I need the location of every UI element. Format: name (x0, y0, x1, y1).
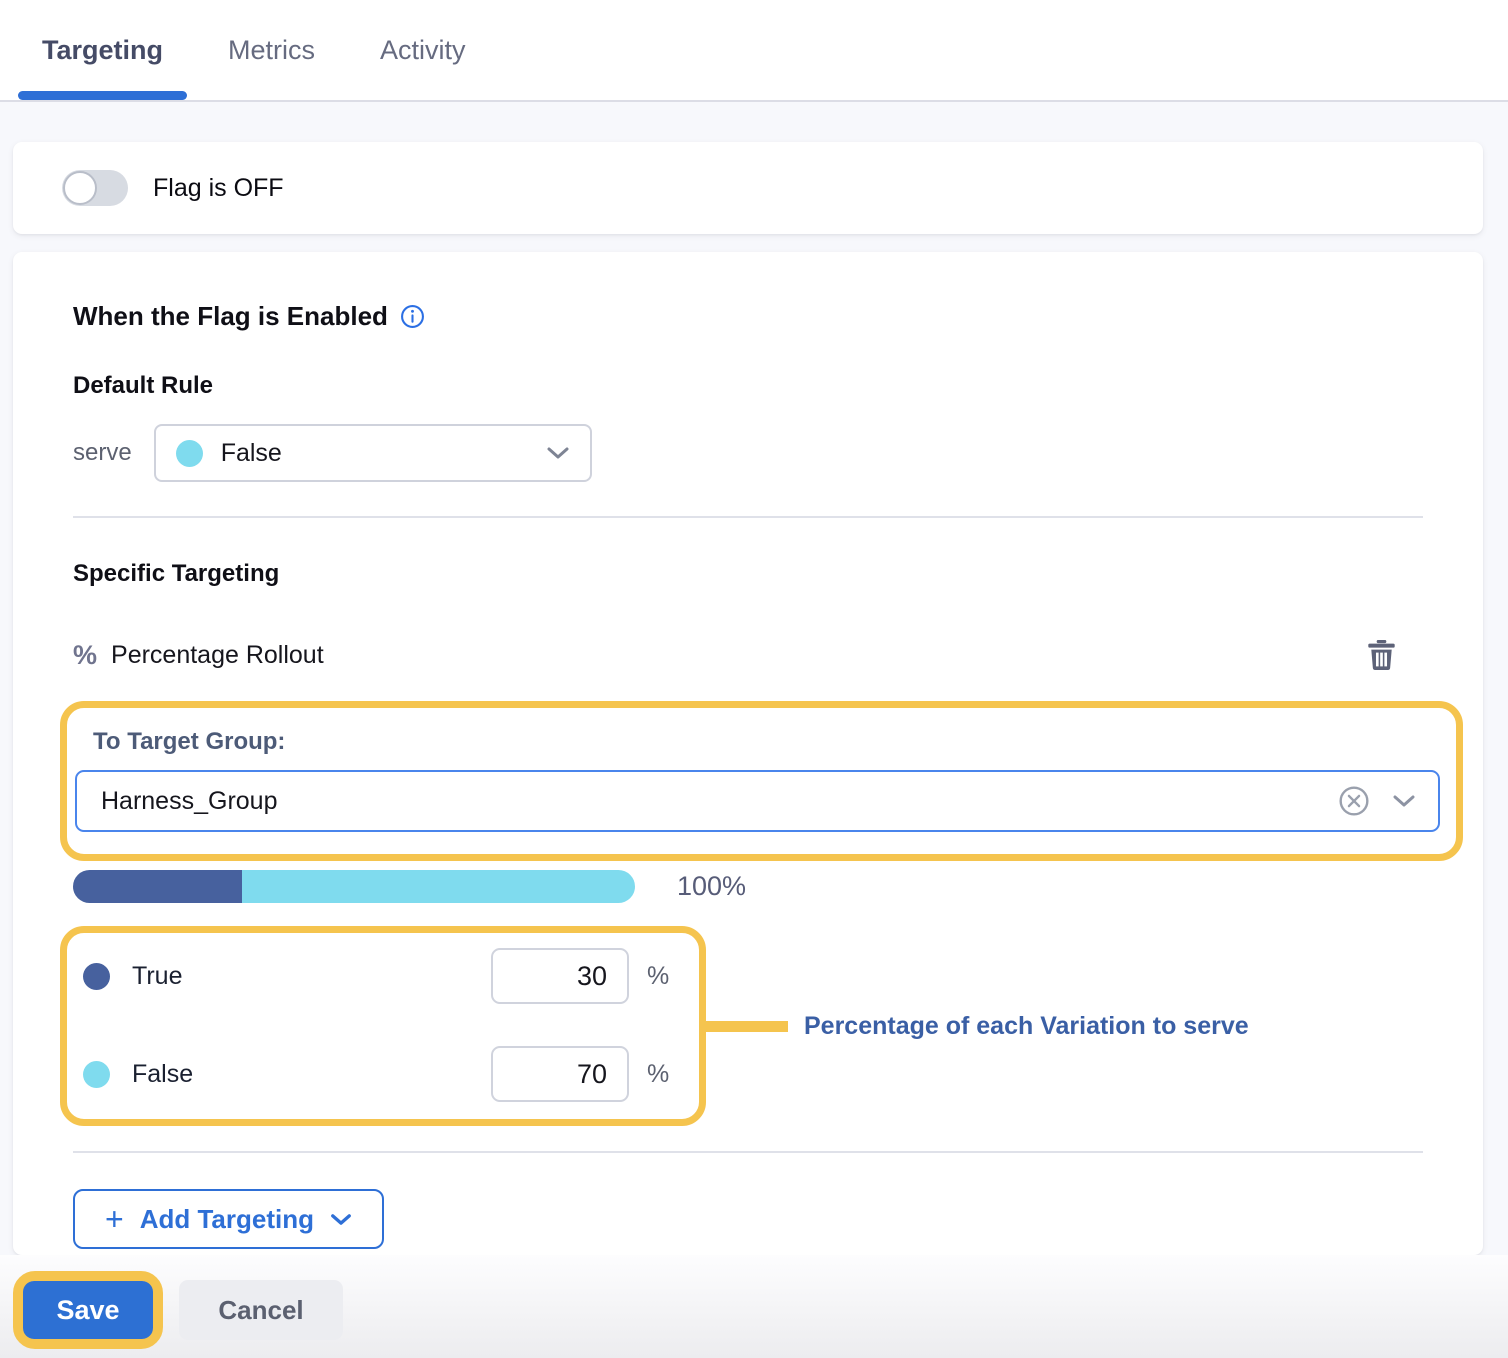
save-highlight-ring: Save (13, 1271, 163, 1349)
variations-highlight-box: True % False % (60, 926, 706, 1126)
percentage-rollout-header: % Percentage Rollout (73, 638, 1423, 672)
variation-name: True (132, 962, 182, 991)
clear-selection-button[interactable] (1338, 785, 1370, 817)
variation-row-true: True % (83, 947, 673, 1005)
add-targeting-button[interactable]: + Add Targeting (73, 1189, 384, 1249)
targeting-card: When the Flag is Enabled Default Rule se… (13, 252, 1483, 1255)
info-icon[interactable] (400, 304, 425, 329)
serve-variation-select[interactable]: False (154, 424, 592, 482)
when-enabled-title: When the Flag is Enabled (73, 300, 388, 332)
tab-activity-label: Activity (380, 35, 466, 66)
save-button[interactable]: Save (23, 1281, 153, 1339)
section-divider (73, 516, 1423, 518)
tab-bar: Targeting Metrics Activity (0, 0, 1508, 102)
variation-percentage-input-true[interactable] (491, 948, 629, 1004)
tab-targeting-label: Targeting (42, 35, 163, 66)
annotation-connector-line (706, 1021, 788, 1032)
add-targeting-label: Add Targeting (140, 1204, 314, 1235)
tab-metrics-label: Metrics (228, 35, 315, 66)
percent-icon: % (73, 640, 97, 671)
target-group-value: Harness_Group (101, 787, 277, 816)
plus-icon: + (105, 1203, 124, 1235)
flag-state-card: Flag is OFF (13, 142, 1483, 234)
chevron-down-icon (546, 445, 570, 461)
active-tab-underline (18, 91, 187, 100)
percent-unit-label: % (647, 1060, 673, 1089)
target-group-select-icons (1338, 785, 1416, 817)
when-enabled-heading: When the Flag is Enabled (73, 300, 1423, 332)
section-divider (73, 1151, 1423, 1153)
variation-color-dot (83, 1061, 110, 1088)
tab-metrics[interactable]: Metrics (228, 0, 315, 100)
rollout-distribution-bar (73, 870, 635, 903)
target-group-select[interactable]: Harness_Group (75, 770, 1440, 832)
rollout-bar-true-segment (73, 870, 242, 903)
variation-percentage-input-false[interactable] (491, 1046, 629, 1102)
chevron-down-icon (330, 1212, 352, 1227)
variations-row: True % False % Percentage of each Variat… (73, 926, 1423, 1126)
rollout-total-label: 100% (677, 871, 746, 902)
trash-icon (1368, 640, 1395, 670)
variation-name: False (132, 1060, 193, 1089)
rollout-bar-false-segment (242, 870, 635, 903)
tab-activity[interactable]: Activity (380, 0, 466, 100)
default-rule-heading: Default Rule (73, 372, 1423, 400)
serve-variation-value: False (221, 439, 282, 468)
flag-state-label: Flag is OFF (153, 174, 284, 203)
flag-toggle-knob (63, 171, 97, 205)
specific-targeting-heading: Specific Targeting (73, 560, 1423, 588)
variation-annotation-text: Percentage of each Variation to serve (804, 1012, 1249, 1041)
percentage-rollout-label: Percentage Rollout (111, 641, 324, 670)
chevron-down-icon (1392, 793, 1416, 809)
tab-targeting[interactable]: Targeting (42, 0, 163, 100)
delete-rollout-button[interactable] (1368, 640, 1395, 670)
percent-unit-label: % (647, 962, 673, 991)
default-rule-serve-row: serve False (73, 424, 1423, 482)
target-group-label: To Target Group: (93, 728, 1440, 756)
cancel-button[interactable]: Cancel (179, 1280, 343, 1340)
flag-toggle[interactable] (62, 170, 128, 206)
rollout-bar-row: 100% (73, 870, 1423, 903)
variation-color-dot (83, 963, 110, 990)
target-group-highlight-box: To Target Group: Harness_Group (60, 701, 1463, 861)
variation-color-dot (176, 440, 203, 467)
circle-x-icon (1338, 785, 1370, 817)
page-body: Flag is OFF When the Flag is Enabled Def… (0, 102, 1508, 1255)
serve-label: serve (73, 439, 132, 467)
footer-action-bar: Save Cancel (0, 1255, 1508, 1358)
variation-row-false: False % (83, 1045, 673, 1103)
